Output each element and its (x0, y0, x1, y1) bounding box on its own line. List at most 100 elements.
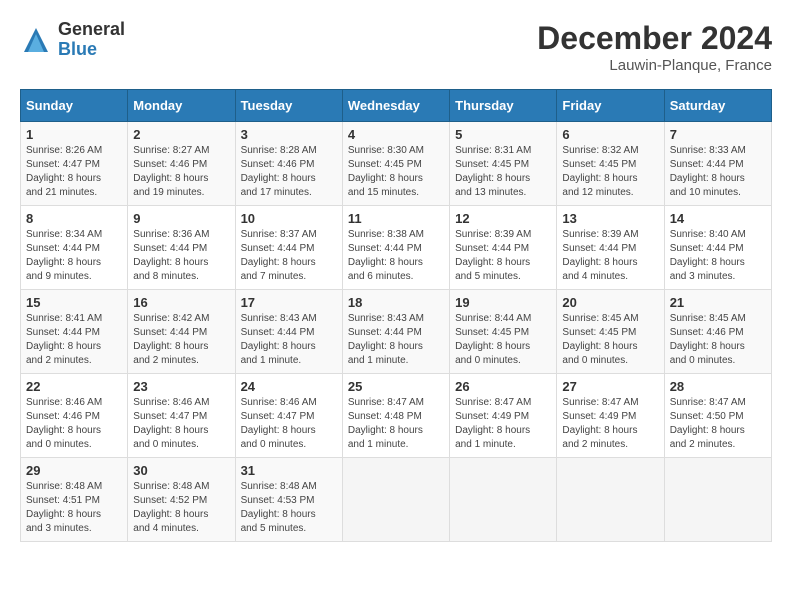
day-number: 15 (26, 295, 122, 310)
header-day-tuesday: Tuesday (235, 90, 342, 122)
calendar-cell: 1Sunrise: 8:26 AMSunset: 4:47 PMDaylight… (21, 122, 128, 206)
calendar-cell: 20 Sunrise: 8:45 AMSunset: 4:45 PMDayligh… (557, 290, 664, 374)
day-number: 6 (562, 127, 658, 142)
calendar-cell: 5 Sunrise: 8:31 AMSunset: 4:45 PMDaylight… (450, 122, 557, 206)
calendar-cell: 10 Sunrise: 8:37 AMSunset: 4:44 PMDayligh… (235, 206, 342, 290)
calendar-cell: 9Sunrise: 8:36 AMSunset: 4:44 PMDaylight… (128, 206, 235, 290)
logo: General Blue (20, 20, 125, 60)
calendar-cell: 28Sunrise: 8:47 AMSunset: 4:50 PMDayligh… (664, 374, 771, 458)
day-number: 14 (670, 211, 766, 226)
header-day-thursday: Thursday (450, 90, 557, 122)
day-number: 18 (348, 295, 444, 310)
calendar-cell: 29 Sunrise: 8:48 AMSunset: 4:51 PMDayligh… (21, 458, 128, 542)
logo-icon (20, 24, 52, 56)
calendar-cell: 30Sunrise: 8:48 AMSunset: 4:52 PMDayligh… (128, 458, 235, 542)
day-number: 7 (670, 127, 766, 142)
day-number: 24 (241, 379, 337, 394)
day-number: 29 (26, 463, 122, 478)
day-number: 9 (133, 211, 229, 226)
calendar-cell (342, 458, 449, 542)
calendar-cell: 11Sunrise: 8:38 AMSunset: 4:44 PMDayligh… (342, 206, 449, 290)
day-info: Sunrise: 8:34 AMSunset: 4:44 PMDaylight:… (26, 228, 122, 284)
day-number: 22 (26, 379, 122, 394)
day-number: 10 (241, 211, 337, 226)
day-info: Sunrise: 8:42 AMSunset: 4:44 PMDaylight:… (133, 312, 229, 368)
day-info: Sunrise: 8:31 AMSunset: 4:45 PMDaylight:… (455, 144, 551, 200)
calendar-cell (450, 458, 557, 542)
day-info: Sunrise: 8:40 AMSunset: 4:44 PMDaylight:… (670, 228, 766, 284)
week-row-5: 29 Sunrise: 8:48 AMSunset: 4:51 PMDayligh… (21, 458, 772, 542)
calendar-cell: 31Sunrise: 8:48 AMSunset: 4:53 PMDayligh… (235, 458, 342, 542)
day-info: Sunrise: 8:48 AMSunset: 4:51 PMDaylight:… (26, 480, 122, 536)
day-number: 12 (455, 211, 551, 226)
day-number: 30 (133, 463, 229, 478)
calendar-header: SundayMondayTuesdayWednesdayThursdayFrid… (21, 90, 772, 122)
header-row: SundayMondayTuesdayWednesdayThursdayFrid… (21, 90, 772, 122)
header-day-wednesday: Wednesday (342, 90, 449, 122)
logo-text: General Blue (58, 20, 125, 60)
day-info: Sunrise: 8:46 AMSunset: 4:47 PMDaylight:… (241, 396, 337, 452)
title-block: December 2024 Lauwin-Planque, France (537, 20, 772, 74)
day-info: Sunrise: 8:45 AMSunset: 4:45 PMDaylight:… (562, 312, 658, 368)
calendar-cell: 24 Sunrise: 8:46 AMSunset: 4:47 PMDayligh… (235, 374, 342, 458)
day-info: Sunrise: 8:38 AMSunset: 4:44 PMDaylight:… (348, 228, 444, 284)
calendar-cell: 8 Sunrise: 8:34 AMSunset: 4:44 PMDaylight… (21, 206, 128, 290)
calendar-cell (664, 458, 771, 542)
day-number: 20 (562, 295, 658, 310)
day-info: Sunrise: 8:47 AMSunset: 4:48 PMDaylight:… (348, 396, 444, 452)
calendar-cell: 27Sunrise: 8:47 AMSunset: 4:49 PMDayligh… (557, 374, 664, 458)
day-number: 23 (133, 379, 229, 394)
day-info: Sunrise: 8:44 AMSunset: 4:45 PMDaylight:… (455, 312, 551, 368)
week-row-4: 22 Sunrise: 8:46 AMSunset: 4:46 PMDayligh… (21, 374, 772, 458)
day-number: 8 (26, 211, 122, 226)
day-info: Sunrise: 8:47 AMSunset: 4:50 PMDaylight:… (670, 396, 766, 452)
day-info: Sunrise: 8:39 AMSunset: 4:44 PMDaylight:… (562, 228, 658, 284)
calendar-title: December 2024 (537, 20, 772, 57)
day-number: 19 (455, 295, 551, 310)
calendar-cell: 14 Sunrise: 8:40 AMSunset: 4:44 PMDayligh… (664, 206, 771, 290)
calendar-cell: 3 Sunrise: 8:28 AMSunset: 4:46 PMDaylight… (235, 122, 342, 206)
calendar-cell: 19 Sunrise: 8:44 AMSunset: 4:45 PMDayligh… (450, 290, 557, 374)
day-number: 26 (455, 379, 551, 394)
calendar-cell (557, 458, 664, 542)
calendar-cell: 17 Sunrise: 8:43 AMSunset: 4:44 PMDayligh… (235, 290, 342, 374)
header-day-saturday: Saturday (664, 90, 771, 122)
day-info: Sunrise: 8:27 AMSunset: 4:46 PMDaylight:… (133, 144, 229, 200)
page-header: General Blue December 2024 Lauwin-Planqu… (20, 20, 772, 74)
week-row-3: 15 Sunrise: 8:41 AMSunset: 4:44 PMDayligh… (21, 290, 772, 374)
day-number: 17 (241, 295, 337, 310)
week-row-2: 8 Sunrise: 8:34 AMSunset: 4:44 PMDaylight… (21, 206, 772, 290)
calendar-cell: 12 Sunrise: 8:39 AMSunset: 4:44 PMDayligh… (450, 206, 557, 290)
calendar-cell: 16 Sunrise: 8:42 AMSunset: 4:44 PMDayligh… (128, 290, 235, 374)
day-number: 1 (26, 127, 122, 142)
day-info: Sunrise: 8:37 AMSunset: 4:44 PMDaylight:… (241, 228, 337, 284)
day-info: Sunrise: 8:47 AMSunset: 4:49 PMDaylight:… (455, 396, 551, 452)
day-number: 3 (241, 127, 337, 142)
day-info: Sunrise: 8:30 AMSunset: 4:45 PMDaylight:… (348, 144, 444, 200)
day-number: 5 (455, 127, 551, 142)
calendar-cell: 15 Sunrise: 8:41 AMSunset: 4:44 PMDayligh… (21, 290, 128, 374)
calendar-subtitle: Lauwin-Planque, France (537, 57, 772, 74)
calendar-cell: 13 Sunrise: 8:39 AMSunset: 4:44 PMDayligh… (557, 206, 664, 290)
day-number: 21 (670, 295, 766, 310)
day-info: Sunrise: 8:43 AMSunset: 4:44 PMDaylight:… (241, 312, 337, 368)
day-info: Sunrise: 8:28 AMSunset: 4:46 PMDaylight:… (241, 144, 337, 200)
calendar-cell: 2Sunrise: 8:27 AMSunset: 4:46 PMDaylight… (128, 122, 235, 206)
day-info: Sunrise: 8:39 AMSunset: 4:44 PMDaylight:… (455, 228, 551, 284)
day-info: Sunrise: 8:41 AMSunset: 4:44 PMDaylight:… (26, 312, 122, 368)
day-number: 13 (562, 211, 658, 226)
calendar-cell: 7 Sunrise: 8:33 AMSunset: 4:44 PMDaylight… (664, 122, 771, 206)
calendar-cell: 18Sunrise: 8:43 AMSunset: 4:44 PMDayligh… (342, 290, 449, 374)
day-info: Sunrise: 8:32 AMSunset: 4:45 PMDaylight:… (562, 144, 658, 200)
calendar-cell: 23Sunrise: 8:46 AMSunset: 4:47 PMDayligh… (128, 374, 235, 458)
calendar-cell: 25Sunrise: 8:47 AMSunset: 4:48 PMDayligh… (342, 374, 449, 458)
day-info: Sunrise: 8:46 AMSunset: 4:46 PMDaylight:… (26, 396, 122, 452)
header-day-monday: Monday (128, 90, 235, 122)
day-info: Sunrise: 8:33 AMSunset: 4:44 PMDaylight:… (670, 144, 766, 200)
calendar-cell: 22 Sunrise: 8:46 AMSunset: 4:46 PMDayligh… (21, 374, 128, 458)
day-number: 27 (562, 379, 658, 394)
day-number: 16 (133, 295, 229, 310)
header-day-friday: Friday (557, 90, 664, 122)
logo-blue-text: Blue (58, 40, 125, 60)
header-day-sunday: Sunday (21, 90, 128, 122)
